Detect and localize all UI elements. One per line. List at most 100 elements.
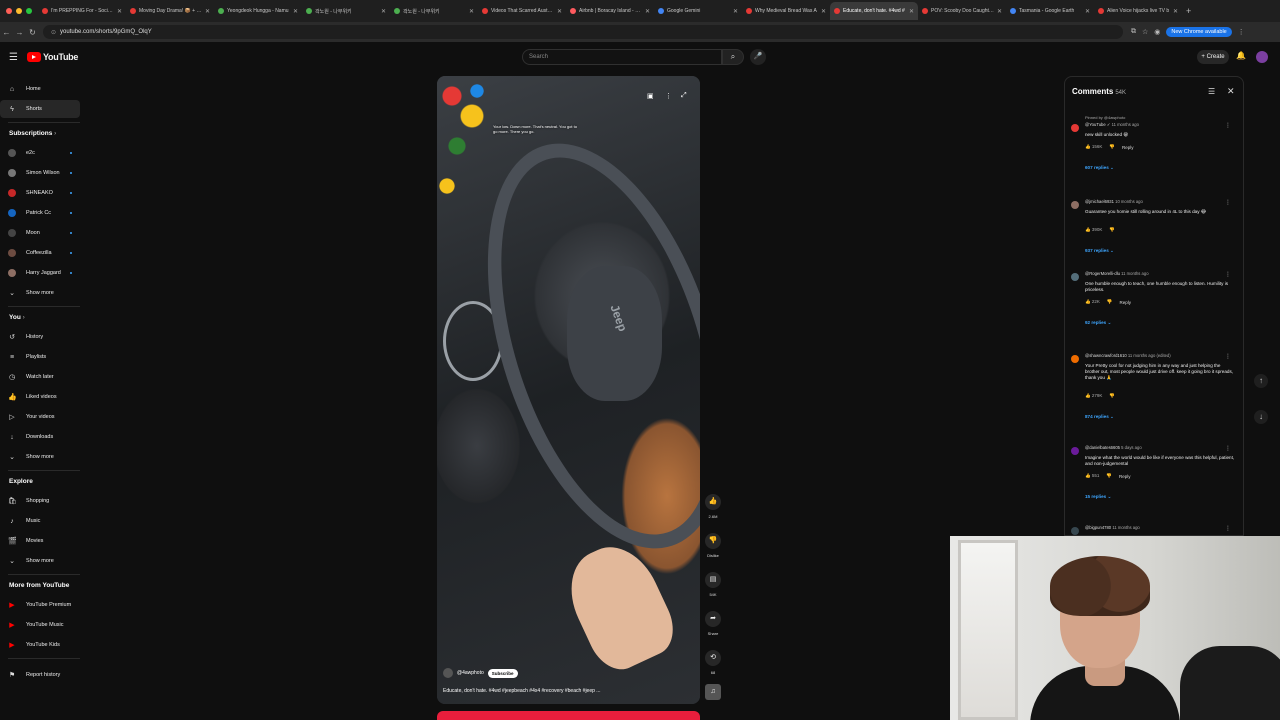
view-replies-button[interactable]: 874 replies ⌄ <box>1085 414 1114 420</box>
search-icon[interactable]: ⌕ <box>722 49 744 65</box>
more-options-icon[interactable]: ⋮ <box>665 92 672 100</box>
subscription-item[interactable]: Harry Jaggard <box>0 264 80 282</box>
more-from-youtube-heading[interactable]: More from YouTube <box>9 582 69 589</box>
shorts-video-player[interactable]: Jeep Your low. Down more. That's neutral… <box>437 76 700 704</box>
subscriptions-heading[interactable]: Subscriptions › <box>9 130 56 137</box>
browser-tab[interactable]: 곽노원 - 나무위키 ✕ <box>390 2 478 20</box>
commenter-avatar[interactable] <box>1071 273 1079 281</box>
channel-name[interactable]: @4awphoto <box>457 670 484 676</box>
comment-menu-icon[interactable]: ⋮ <box>1225 199 1231 206</box>
subscription-item[interactable]: e2c <box>0 144 80 162</box>
close-tab-icon[interactable]: ✕ <box>1173 8 1178 15</box>
comment-author[interactable]: @shawncrawford1610 <box>1085 353 1127 358</box>
comment-menu-icon[interactable]: ⋮ <box>1225 445 1231 452</box>
comment-like-icon[interactable]: 👍 22K <box>1085 299 1100 305</box>
comment-author[interactable]: @danielbates6605 <box>1085 445 1120 450</box>
close-icon[interactable]: ✕ <box>1227 86 1235 97</box>
close-window-icon[interactable] <box>6 8 12 14</box>
dislike-icon[interactable]: 👎 <box>705 533 721 549</box>
comment-icon[interactable]: ▤ <box>705 572 721 588</box>
menu-kebab-icon[interactable]: ⋮ <box>1238 28 1245 36</box>
subscription-item[interactable]: Moon <box>0 224 80 242</box>
comment-dislike-icon[interactable]: 👎 <box>1109 227 1115 233</box>
share-action[interactable]: ➦ Share <box>704 611 722 636</box>
channel-avatar[interactable] <box>443 668 453 678</box>
sort-icon[interactable]: ☰ <box>1208 87 1215 96</box>
commenter-avatar[interactable] <box>1071 201 1079 209</box>
profile-icon[interactable]: ◉ <box>1154 28 1160 36</box>
back-icon[interactable]: ← <box>0 28 13 37</box>
search-input[interactable]: Search <box>522 49 722 65</box>
like-action[interactable]: 👍 2.6M <box>704 494 722 519</box>
commenter-avatar[interactable] <box>1071 447 1079 455</box>
close-tab-icon[interactable]: ✕ <box>381 8 386 15</box>
close-tab-icon[interactable]: ✕ <box>117 8 122 15</box>
sidebar-item-shorts[interactable]: ϟ Shorts <box>0 100 80 118</box>
like-icon[interactable]: 👍 <box>705 494 721 510</box>
extensions-icon[interactable]: ⧉ <box>1131 28 1136 36</box>
close-tab-icon[interactable]: ✕ <box>205 8 210 15</box>
youtube-logo[interactable]: YouTube <box>27 52 78 62</box>
comment-dislike-icon[interactable]: 👎 <box>1109 393 1115 399</box>
create-button[interactable]: + Create <box>1197 50 1229 64</box>
previous-video-arrow-icon[interactable]: ↑ <box>1254 374 1268 388</box>
chrome-update-badge[interactable]: New Chrome available <box>1166 27 1232 37</box>
comments-action[interactable]: ▤ 54K <box>704 572 722 597</box>
dislike-action[interactable]: 👎 Dislike <box>704 533 722 558</box>
sidebar-item-downloads[interactable]: ↓ Downloads <box>0 428 80 446</box>
report-history[interactable]: ⚑ Report history <box>0 666 80 684</box>
reload-icon[interactable]: ↻ <box>26 28 39 37</box>
close-tab-icon[interactable]: ✕ <box>909 8 914 15</box>
comment-dislike-icon[interactable]: 👎 <box>1109 144 1115 150</box>
subscription-item[interactable]: Coffeezilla <box>0 244 80 262</box>
close-tab-icon[interactable]: ✕ <box>821 8 826 15</box>
next-video-arrow-icon[interactable]: ↓ <box>1254 410 1268 424</box>
comment-dislike-icon[interactable]: 👎 <box>1106 473 1112 479</box>
sidebar-item-playlists[interactable]: ≡ Playlists <box>0 348 80 366</box>
comment-like-icon[interactable]: 👍 156K <box>1085 144 1102 150</box>
maximize-window-icon[interactable] <box>26 8 32 14</box>
sidebar-item-music[interactable]: ♪ Music <box>0 512 80 530</box>
sidebar-item-youtube-app[interactable]: ▶ YouTube Music <box>0 616 80 634</box>
you-heading[interactable]: You › <box>9 314 25 321</box>
sidebar-item-your-videos[interactable]: ▷ Your videos <box>0 408 80 426</box>
close-tab-icon[interactable]: ✕ <box>469 8 474 15</box>
minimize-window-icon[interactable] <box>16 8 22 14</box>
browser-tab[interactable]: Google Gemini ✕ <box>654 2 742 20</box>
sidebar-item-home[interactable]: ⌂ Home <box>0 80 80 98</box>
comment-author[interactable]: @bigpun4780 <box>1085 525 1111 530</box>
browser-tab[interactable]: Videos That Scarred Australi ✕ <box>478 2 566 20</box>
account-avatar[interactable] <box>1256 51 1268 63</box>
comment-like-icon[interactable]: 👍 390K <box>1085 227 1102 233</box>
close-tab-icon[interactable]: ✕ <box>293 8 298 15</box>
next-video-preview[interactable] <box>437 711 700 720</box>
comment-menu-icon[interactable]: ⋮ <box>1225 353 1231 360</box>
browser-tab[interactable]: Moving Day Drama! 📦 + Ex ✕ <box>126 2 214 20</box>
reply-button[interactable]: Reply <box>1122 145 1134 150</box>
sidebar-item-shopping[interactable]: 🛍 Shopping <box>0 492 80 510</box>
captions-icon[interactable]: ▣ <box>647 92 654 100</box>
sidebar-item-youtube-app[interactable]: ▶ YouTube Kids <box>0 636 80 654</box>
show-more-subscriptions[interactable]: ⌄ Show more <box>0 284 80 302</box>
comment-like-icon[interactable]: 👍 279K <box>1085 393 1102 399</box>
browser-tab[interactable]: Airbnb | Boracay Island - Vac ✕ <box>566 2 654 20</box>
close-tab-icon[interactable]: ✕ <box>1085 8 1090 15</box>
close-tab-icon[interactable]: ✕ <box>997 8 1002 15</box>
bookmark-star-icon[interactable]: ☆ <box>1142 28 1148 36</box>
close-tab-icon[interactable]: ✕ <box>645 8 650 15</box>
commenter-avatar[interactable] <box>1071 124 1079 132</box>
commenter-avatar[interactable] <box>1071 355 1079 363</box>
sound-thumbnail[interactable]: ♫ <box>704 684 722 700</box>
browser-tab[interactable]: Alien Voice hijacks live TV b ✕ <box>1094 2 1182 20</box>
new-tab-icon[interactable]: + <box>1186 6 1191 16</box>
notifications-bell-icon[interactable]: 🔔 <box>1236 51 1246 60</box>
hamburger-menu-icon[interactable]: ☰ <box>9 52 18 63</box>
sidebar-item-history[interactable]: ↺ History <box>0 328 80 346</box>
browser-tab[interactable]: 곽노원 - 나무위키 ✕ <box>302 2 390 20</box>
browser-tab[interactable]: Why Medieval Bread Was A ✕ <box>742 2 830 20</box>
microphone-icon[interactable]: 🎤 <box>750 49 766 65</box>
view-replies-button[interactable]: 937 replies ⌄ <box>1085 248 1114 254</box>
remix-action[interactable]: ⟲ 68 <box>704 650 722 675</box>
window-controls[interactable] <box>6 8 32 14</box>
show-more-explore[interactable]: ⌄ Show more <box>0 552 80 570</box>
